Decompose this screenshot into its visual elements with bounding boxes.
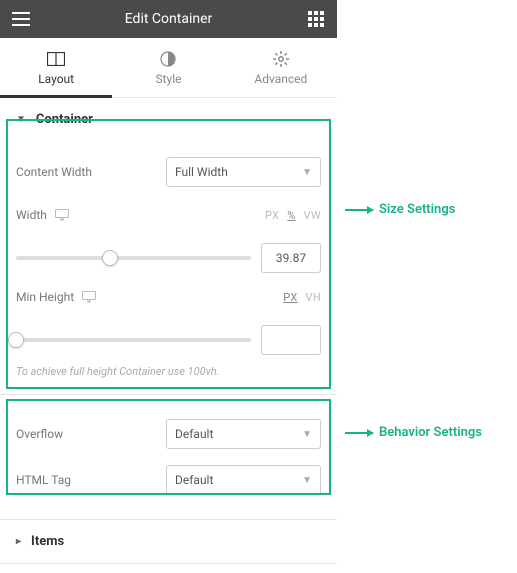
select-value: Default — [175, 473, 213, 487]
units-width: PX % VW — [265, 209, 321, 222]
slider-width[interactable] — [16, 256, 251, 260]
hint-full-height: To achieve full height Container use 100… — [16, 359, 321, 378]
menu-icon[interactable] — [10, 8, 32, 30]
label-content-width: Content Width — [16, 165, 166, 179]
desktop-icon[interactable] — [82, 291, 96, 303]
tab-label: Advanced — [254, 72, 307, 86]
label-overflow: Overflow — [16, 427, 166, 441]
layout-icon — [47, 50, 65, 68]
field-width: Width PX % VW — [16, 195, 321, 235]
desktop-icon[interactable] — [55, 209, 69, 221]
section-container: ▼ Container Content Width Full Width ▼ W… — [0, 98, 337, 395]
tab-style[interactable]: Style — [112, 38, 224, 97]
unit-px[interactable]: PX — [283, 291, 297, 304]
chevron-down-icon: ▼ — [302, 475, 312, 486]
tab-bar: Layout Style Advanced — [0, 38, 337, 98]
label-min-height: Min Height — [16, 290, 283, 304]
chevron-down-icon: ▼ — [302, 167, 312, 178]
field-content-width: Content Width Full Width ▼ — [16, 149, 321, 195]
section-body-container: Content Width Full Width ▼ Width PX % VW — [0, 141, 337, 394]
tab-label: Style — [155, 72, 181, 86]
units-min-height: PX VH — [283, 291, 321, 304]
style-icon — [159, 50, 177, 68]
section-body-behavior: Overflow Default ▼ HTML Tag Default ▼ — [0, 395, 337, 519]
label-width: Width — [16, 208, 265, 222]
section-items: ▸ Items — [0, 520, 337, 564]
select-content-width[interactable]: Full Width ▼ — [166, 157, 321, 187]
field-overflow: Overflow Default ▼ — [16, 411, 321, 457]
section-title: Items — [31, 534, 64, 549]
select-html-tag[interactable]: Default ▼ — [166, 465, 321, 495]
chevron-down-icon: ▼ — [302, 429, 312, 440]
label-html-tag: HTML Tag — [16, 473, 166, 487]
panel-header: Edit Container — [0, 0, 337, 38]
slider-row-min-height — [16, 317, 321, 359]
callout-behavior: Behavior Settings — [345, 425, 482, 440]
gear-icon — [272, 50, 290, 68]
field-min-height: Min Height PX VH — [16, 277, 321, 317]
slider-thumb-min-height[interactable] — [8, 332, 24, 348]
section-title: Container — [36, 112, 93, 127]
unit-percent[interactable]: % — [287, 209, 295, 222]
unit-px[interactable]: PX — [265, 209, 279, 222]
callout-size: Size Settings — [345, 202, 455, 217]
slider-thumb-width[interactable] — [102, 250, 118, 266]
callout-text: Size Settings — [379, 202, 455, 217]
editor-panel: Edit Container Layout Style Advanced — [0, 0, 337, 564]
unit-vw[interactable]: VW — [304, 209, 321, 222]
select-value: Default — [175, 427, 213, 441]
section-header-items[interactable]: ▸ Items — [0, 520, 337, 563]
section-behavior: Overflow Default ▼ HTML Tag Default ▼ — [0, 395, 337, 520]
select-overflow[interactable]: Default ▼ — [166, 419, 321, 449]
slider-min-height[interactable] — [16, 338, 251, 342]
field-html-tag: HTML Tag Default ▼ — [16, 457, 321, 503]
callout-text: Behavior Settings — [379, 425, 482, 440]
apps-icon[interactable] — [305, 8, 327, 30]
input-width[interactable] — [261, 243, 321, 273]
panel-title: Edit Container — [32, 11, 305, 27]
input-min-height[interactable] — [261, 325, 321, 355]
arrow-right-icon — [345, 209, 373, 211]
arrow-right-icon — [345, 432, 373, 434]
tab-layout[interactable]: Layout — [0, 38, 112, 97]
caret-down-icon: ▼ — [16, 114, 26, 125]
section-header-container[interactable]: ▼ Container — [0, 98, 337, 141]
tab-advanced[interactable]: Advanced — [225, 38, 337, 97]
select-value: Full Width — [175, 165, 228, 179]
tab-label: Layout — [38, 72, 74, 86]
unit-vh[interactable]: VH — [306, 291, 321, 304]
slider-row-width — [16, 235, 321, 277]
caret-right-icon: ▸ — [16, 536, 21, 547]
